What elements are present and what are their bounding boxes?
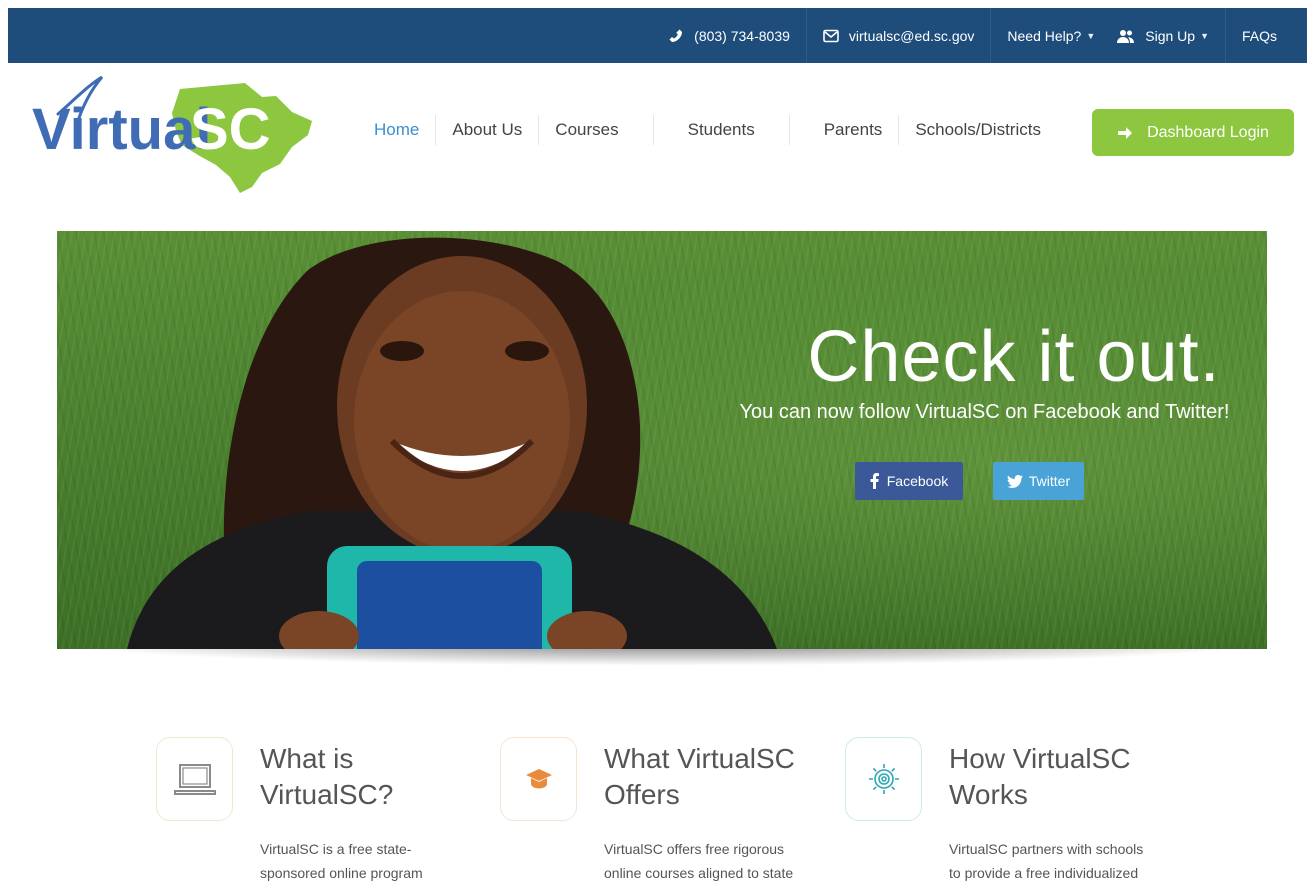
nav-item-home[interactable]: Home <box>358 115 437 145</box>
logo-graphic: Virtual SC <box>32 75 312 193</box>
dashboard-login-label: Dashboard Login <box>1147 123 1269 141</box>
envelope-icon <box>823 29 839 42</box>
twitter-icon <box>1006 474 1023 488</box>
gear-icon <box>868 764 899 794</box>
hero-subtitle: You can now follow VirtualSC on Facebook… <box>739 401 1230 423</box>
nav-item-schools-districts[interactable]: Schools/Districts <box>899 115 1057 145</box>
facebook-button[interactable]: Facebook <box>855 462 963 500</box>
faqs-link[interactable]: FAQs <box>1224 8 1293 63</box>
facebook-icon <box>870 473 879 489</box>
need-help-dropdown[interactable]: Need Help? ▼ <box>990 8 1111 63</box>
logo-text-sc: SC <box>190 97 271 162</box>
nav-item-parents[interactable]: Parents <box>790 115 900 145</box>
phone-icon <box>669 29 683 42</box>
phone-number: (803) 734-8039 <box>694 27 790 44</box>
users-icon <box>1117 29 1135 43</box>
feature-what-is: What is VirtualSC? VirtualSC is a free s… <box>156 737 476 888</box>
nav-item-about-us[interactable]: About Us <box>436 115 540 145</box>
phone-link[interactable]: (803) 734-8039 <box>652 8 806 63</box>
arrow-right-icon <box>1118 126 1133 139</box>
twitter-button[interactable]: Twitter <box>993 462 1084 500</box>
feature-title: What is VirtualSC? <box>260 743 394 810</box>
dashboard-login-button[interactable]: Dashboard Login <box>1092 109 1294 156</box>
top-utility-bar: (803) 734-8039 virtualsc@ed.sc.gov Need … <box>8 8 1307 63</box>
email-address: virtualsc@ed.sc.gov <box>848 27 975 44</box>
email-link[interactable]: virtualsc@ed.sc.gov <box>805 8 990 63</box>
feature-title: How VirtualSC Works <box>949 743 1131 810</box>
twitter-label: Twitter <box>1028 473 1071 489</box>
nav-item-courses[interactable]: Courses <box>539 115 654 145</box>
feature-text: VirtualSC partners with schools to provi… <box>949 841 1144 881</box>
caret-down-icon: ▼ <box>1086 30 1096 41</box>
student-with-tablet-image <box>127 237 777 649</box>
feature-title: What VirtualSC Offers <box>604 743 795 810</box>
nav-item-students[interactable]: Students <box>654 115 790 145</box>
site-header: Virtual SC Home About Us Courses Student… <box>8 63 1307 203</box>
logo-text-virtual: Virtual <box>32 97 211 162</box>
feature-text: VirtualSC offers free rigorous online co… <box>604 841 794 881</box>
need-help-label: Need Help? <box>1007 27 1082 44</box>
faqs-label: FAQs <box>1241 27 1277 44</box>
feature-icon-box <box>156 737 233 821</box>
feature-how-works: How VirtualSC Works VirtualSC partners w… <box>845 737 1165 888</box>
facebook-label: Facebook <box>886 473 949 489</box>
feature-what-offers: What VirtualSC Offers VirtualSC offers f… <box>500 737 820 888</box>
graduation-cap-icon <box>525 769 552 789</box>
sign-up-dropdown[interactable]: Sign Up ▼ <box>1111 8 1225 63</box>
laptop-icon <box>173 764 216 795</box>
caret-down-icon: ▼ <box>1200 30 1209 41</box>
feature-text: VirtualSC is a free state-sponsored onli… <box>260 841 423 881</box>
main-nav: Home About Us Courses Students Parents S… <box>358 115 1057 145</box>
virtualsc-logo[interactable]: Virtual SC <box>30 69 330 199</box>
feature-icon-box <box>500 737 577 821</box>
feature-icon-box <box>845 737 922 821</box>
hero-title: Check it out. <box>807 317 1221 397</box>
sign-up-label: Sign Up <box>1145 27 1196 44</box>
hero-banner: Check it out. You can now follow Virtual… <box>57 231 1267 649</box>
